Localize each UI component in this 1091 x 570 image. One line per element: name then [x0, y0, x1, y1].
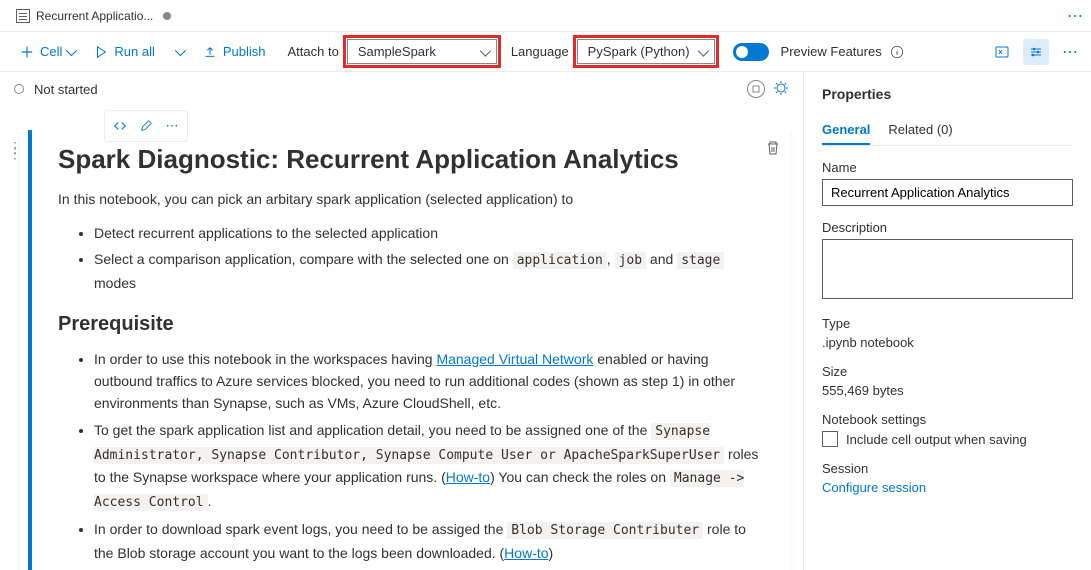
howto-link[interactable]: How-to [446, 469, 490, 485]
run-all-button[interactable]: Run all [86, 40, 162, 63]
chevron-down-icon [698, 44, 706, 59]
type-value: .ipynb notebook [822, 335, 1073, 350]
play-icon [94, 45, 108, 59]
name-label: Name [822, 160, 1073, 175]
tab-general[interactable]: General [822, 116, 870, 145]
toolbar-more-button[interactable]: ⋯ [1057, 39, 1083, 65]
chevron-down-icon [480, 44, 488, 59]
include-output-checkbox[interactable]: Include cell output when saving [822, 431, 1073, 447]
configure-session-link[interactable]: Configure session [822, 480, 1073, 495]
trash-icon [765, 140, 781, 156]
publish-button[interactable]: Publish [195, 40, 274, 63]
delete-cell-button[interactable] [765, 140, 781, 159]
cell-toolbar: ⋯ [104, 110, 188, 142]
properties-heading: Properties [822, 86, 1073, 102]
attach-to-label: Attach to [288, 44, 339, 59]
kernel-status-text: Not started [34, 82, 98, 97]
chevron-down-icon [175, 44, 183, 59]
session-label: Session [822, 461, 1073, 476]
run-menu-button[interactable] [167, 40, 191, 63]
kernel-status-icon [14, 84, 24, 94]
tab-related[interactable]: Related (0) [888, 116, 952, 145]
notebook-toolbar: Cell Run all Publish Attach to SampleSpa… [0, 32, 1091, 72]
attach-to-select[interactable]: SampleSpark [347, 39, 497, 64]
list-item: In order to download spark event logs, y… [94, 518, 765, 564]
name-input[interactable] [822, 179, 1073, 206]
publish-label: Publish [223, 44, 266, 59]
checkbox-icon [822, 431, 838, 447]
list-item: In order to use this notebook in the wor… [94, 348, 765, 415]
variables-button[interactable] [989, 39, 1015, 65]
variable-icon [994, 44, 1010, 60]
list-item: Detect recurrent applications to the sel… [94, 222, 765, 244]
code-view-button[interactable] [108, 114, 132, 138]
size-label: Size [822, 364, 1073, 379]
preview-features-toggle[interactable] [733, 43, 769, 61]
attach-to-value: SampleSpark [358, 44, 436, 59]
type-label: Type [822, 316, 1073, 331]
preview-features-label: Preview Features [781, 44, 882, 59]
settings-sliders-icon [1028, 44, 1044, 60]
description-label: Description [822, 220, 1073, 235]
notebook-tab[interactable]: Recurrent Applicatio... [8, 0, 179, 31]
info-icon[interactable] [890, 45, 904, 59]
unsaved-indicator-icon [163, 12, 171, 20]
add-cell-label: Cell [40, 44, 62, 59]
howto-link[interactable]: How-to [504, 545, 548, 561]
description-input[interactable] [822, 239, 1073, 299]
publish-icon [203, 45, 217, 59]
status-bar: Not started [0, 72, 803, 106]
language-label: Language [511, 44, 569, 59]
notebook-settings-label: Notebook settings [822, 412, 1073, 427]
cell-title: Spark Diagnostic: Recurrent Application … [58, 144, 765, 175]
cell-intro: In this notebook, you can pick an arbita… [58, 189, 765, 210]
markdown-cell[interactable]: Spark Diagnostic: Recurrent Application … [28, 130, 791, 570]
cell-more-button[interactable]: ⋯ [160, 114, 184, 138]
managed-vnet-link[interactable]: Managed Virtual Network [436, 351, 593, 367]
editor-area: Not started ⋮⋮⋮⋮ ⋯ Spark Diagnostic: Rec… [0, 72, 803, 570]
run-all-label: Run all [114, 44, 154, 59]
language-value: PySpark (Python) [588, 44, 690, 59]
prerequisite-heading: Prerequisite [58, 313, 765, 336]
tab-title: Recurrent Applicatio... [36, 9, 153, 23]
include-output-label: Include cell output when saving [846, 432, 1027, 447]
list-item: Select a comparison application, compare… [94, 248, 765, 294]
language-select[interactable]: PySpark (Python) [577, 39, 715, 64]
stop-session-button[interactable] [747, 80, 765, 98]
properties-panel: Properties General Related (0) Name Desc… [803, 72, 1091, 570]
tab-more-icon[interactable]: ⋯ [1067, 6, 1083, 26]
notebook-icon [16, 9, 30, 23]
session-settings-icon[interactable] [773, 80, 789, 96]
size-value: 555,469 bytes [822, 383, 1073, 398]
plus-icon [20, 45, 34, 59]
edit-button[interactable] [134, 114, 158, 138]
chevron-down-icon [66, 44, 74, 59]
add-cell-button[interactable]: Cell [12, 40, 82, 63]
tab-bar: Recurrent Applicatio... ⋯ [0, 0, 1091, 32]
list-item: To get the spark application list and ap… [94, 419, 765, 514]
properties-panel-button[interactable] [1023, 39, 1049, 65]
